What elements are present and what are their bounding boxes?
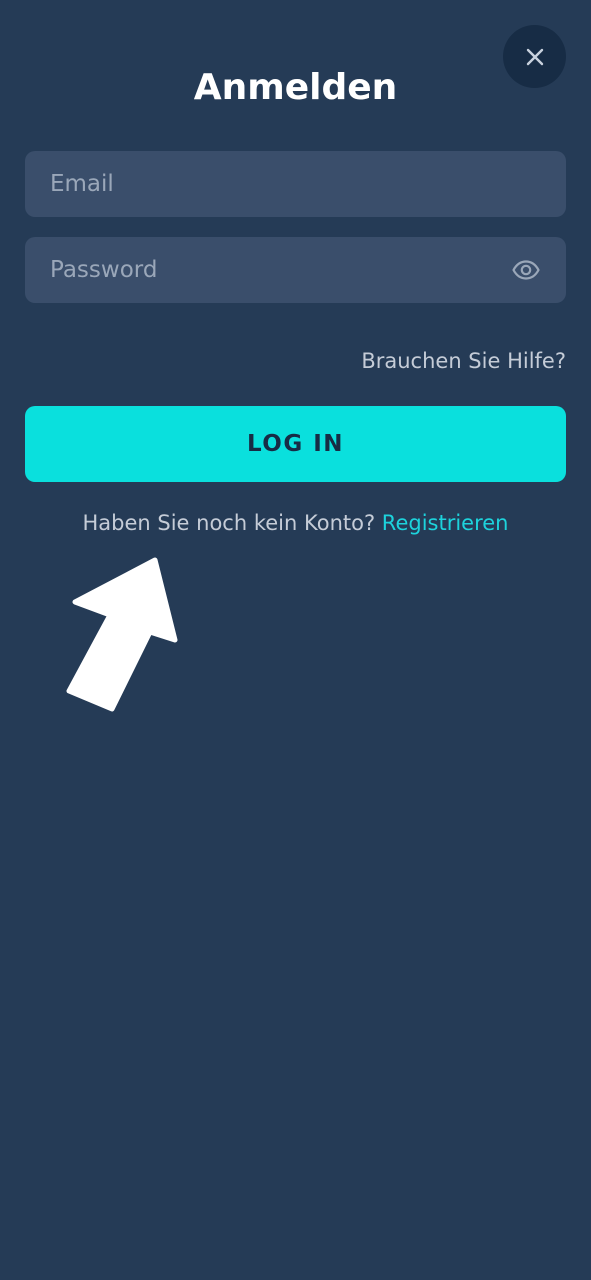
help-link[interactable]: Brauchen Sie Hilfe? (361, 345, 566, 377)
register-prompt-text: Haben Sie noch kein Konto? (82, 511, 376, 535)
eye-icon (512, 260, 540, 280)
password-input[interactable] (25, 237, 566, 303)
page-title: Anmelden (193, 67, 398, 108)
show-password-toggle[interactable] (511, 255, 541, 285)
login-button[interactable]: LOG IN (25, 406, 566, 482)
register-prompt: Haben Sie noch kein Konto? Registrieren (0, 507, 591, 539)
password-field[interactable] (25, 237, 566, 303)
pointer-arrow-icon (66, 557, 178, 712)
email-input[interactable] (25, 151, 566, 217)
register-link[interactable]: Registrieren (382, 511, 509, 535)
email-field[interactable] (25, 151, 566, 217)
